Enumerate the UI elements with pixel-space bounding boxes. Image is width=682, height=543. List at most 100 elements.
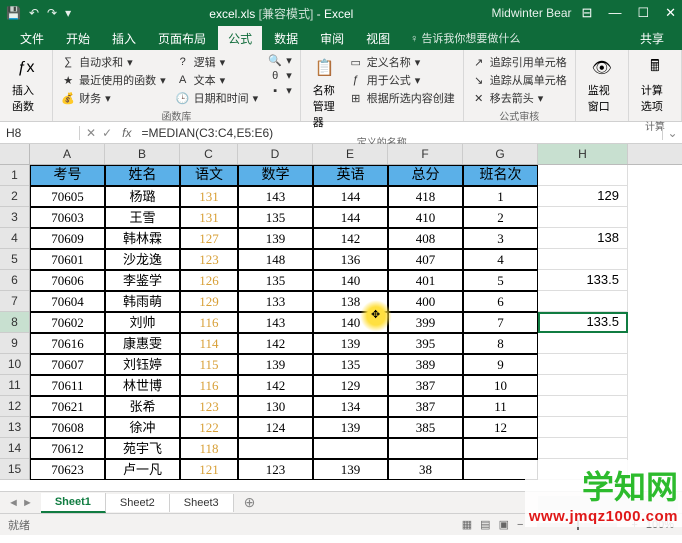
tab-file[interactable]: 文件 xyxy=(10,26,54,51)
cell[interactable]: 70604 xyxy=(30,291,105,312)
cell[interactable]: 399 xyxy=(388,312,463,333)
ribbon-collapse-icon[interactable]: ⊟ xyxy=(582,5,593,21)
cell[interactable] xyxy=(538,375,628,396)
col-header[interactable]: H xyxy=(538,144,628,164)
autosum-button[interactable]: ∑自动求和 ▾ xyxy=(61,54,166,70)
sheet-tab[interactable]: Sheet3 xyxy=(170,494,234,512)
undo-icon[interactable]: ↶ xyxy=(29,6,39,20)
tab-data[interactable]: 数据 xyxy=(264,26,308,51)
cell[interactable] xyxy=(538,354,628,375)
cell[interactable]: 133 xyxy=(238,291,313,312)
expand-formula-icon[interactable]: ⌄ xyxy=(662,126,682,140)
cell[interactable]: 138 xyxy=(538,228,628,249)
cell[interactable]: 144 xyxy=(313,186,388,207)
row-header[interactable]: 11 xyxy=(0,375,29,396)
fx-icon[interactable]: fx xyxy=(122,126,131,140)
watch-window-button[interactable]: 👁 监视窗口 xyxy=(584,54,620,116)
cell[interactable]: 韩林霖 xyxy=(105,228,180,249)
row-header[interactable]: 10 xyxy=(0,354,29,375)
cell[interactable]: 129 xyxy=(313,375,388,396)
financial-button[interactable]: 💰财务 ▾ xyxy=(61,90,166,106)
tab-insert[interactable]: 插入 xyxy=(102,26,146,51)
cell[interactable]: 142 xyxy=(238,375,313,396)
insert-function-button[interactable]: ƒx 插入函数 xyxy=(8,54,44,116)
more-fn-button[interactable]: ▪▾ xyxy=(268,84,292,97)
cell[interactable]: 116 xyxy=(180,375,238,396)
trace-precedents-button[interactable]: ↗追踪引用单元格 xyxy=(472,54,567,70)
cell[interactable]: 135 xyxy=(238,207,313,228)
row-header[interactable]: 7 xyxy=(0,291,29,312)
select-all-corner[interactable] xyxy=(0,144,30,165)
table-header[interactable]: 考号 xyxy=(30,165,105,186)
cell[interactable]: 70602 xyxy=(30,312,105,333)
cell[interactable]: 129 xyxy=(180,291,238,312)
cell[interactable]: 387 xyxy=(388,375,463,396)
cell[interactable]: 123 xyxy=(180,249,238,270)
cell[interactable]: 139 xyxy=(313,333,388,354)
cell[interactable]: 38 xyxy=(388,459,463,480)
cell[interactable]: 395 xyxy=(388,333,463,354)
cell[interactable] xyxy=(538,249,628,270)
cell[interactable]: 139 xyxy=(238,354,313,375)
close-icon[interactable]: ✕ xyxy=(665,5,676,21)
cell[interactable]: 387 xyxy=(388,396,463,417)
cell[interactable]: 124 xyxy=(238,417,313,438)
minimize-icon[interactable]: ― xyxy=(608,5,621,21)
cell[interactable]: 408 xyxy=(388,228,463,249)
zoom-out-icon[interactable]: − xyxy=(517,519,523,531)
cell[interactable] xyxy=(538,396,628,417)
cell[interactable]: 70623 xyxy=(30,459,105,480)
cell[interactable]: 李鉴学 xyxy=(105,270,180,291)
cancel-formula-icon[interactable]: ✕ xyxy=(86,126,96,140)
table-header[interactable]: 语文 xyxy=(180,165,238,186)
cell[interactable]: 4 xyxy=(463,249,538,270)
cell[interactable]: 118 xyxy=(180,438,238,459)
define-name-button[interactable]: ▭定义名称 ▾ xyxy=(349,54,455,70)
table-header[interactable]: 姓名 xyxy=(105,165,180,186)
cell[interactable]: 8 xyxy=(463,333,538,354)
cell[interactable]: 2 xyxy=(463,207,538,228)
user-name[interactable]: Midwinter Bear xyxy=(492,6,572,20)
table-header[interactable]: 数学 xyxy=(238,165,313,186)
cell[interactable]: 138 xyxy=(313,291,388,312)
trace-dependents-button[interactable]: ↘追踪从属单元格 xyxy=(472,72,567,88)
cell[interactable]: 70611 xyxy=(30,375,105,396)
cell[interactable]: 123 xyxy=(180,396,238,417)
cell[interactable]: 1 xyxy=(463,186,538,207)
cell[interactable]: 131 xyxy=(180,186,238,207)
cell[interactable]: 389 xyxy=(388,354,463,375)
sheet-tab[interactable]: Sheet2 xyxy=(106,494,170,512)
cell[interactable]: 3 xyxy=(463,228,538,249)
cell[interactable]: 401 xyxy=(388,270,463,291)
cell[interactable]: 114 xyxy=(180,333,238,354)
cell[interactable]: 115 xyxy=(180,354,238,375)
cell[interactable] xyxy=(538,291,628,312)
cell[interactable]: 148 xyxy=(238,249,313,270)
cell[interactable]: 沙龙逸 xyxy=(105,249,180,270)
cell[interactable]: 70601 xyxy=(30,249,105,270)
formula-input[interactable] xyxy=(135,126,662,140)
cell[interactable]: 385 xyxy=(388,417,463,438)
cell[interactable]: 407 xyxy=(388,249,463,270)
prev-sheet-icon[interactable]: ◄ xyxy=(8,497,19,509)
cell[interactable]: 143 xyxy=(238,312,313,333)
cell[interactable]: 142 xyxy=(313,228,388,249)
table-header[interactable]: 班名次 xyxy=(463,165,538,186)
cell[interactable]: 徐冲 xyxy=(105,417,180,438)
cell[interactable]: 70606 xyxy=(30,270,105,291)
col-header[interactable]: D xyxy=(238,144,313,164)
use-in-formula-button[interactable]: ƒ用于公式 ▾ xyxy=(349,72,455,88)
cell[interactable]: 刘帅 xyxy=(105,312,180,333)
col-header[interactable]: E xyxy=(313,144,388,164)
row-header[interactable]: 1 xyxy=(0,165,29,186)
cell[interactable]: 9 xyxy=(463,354,538,375)
cell[interactable] xyxy=(538,438,628,459)
cell[interactable]: 142 xyxy=(238,333,313,354)
qat-more-icon[interactable]: ▾ xyxy=(65,6,71,20)
datetime-button[interactable]: 🕒日期和时间 ▾ xyxy=(176,90,259,106)
cell[interactable]: 131 xyxy=(180,207,238,228)
cell[interactable]: 130 xyxy=(238,396,313,417)
cell[interactable]: 400 xyxy=(388,291,463,312)
tab-review[interactable]: 审阅 xyxy=(310,26,354,51)
col-header[interactable]: C xyxy=(180,144,238,164)
